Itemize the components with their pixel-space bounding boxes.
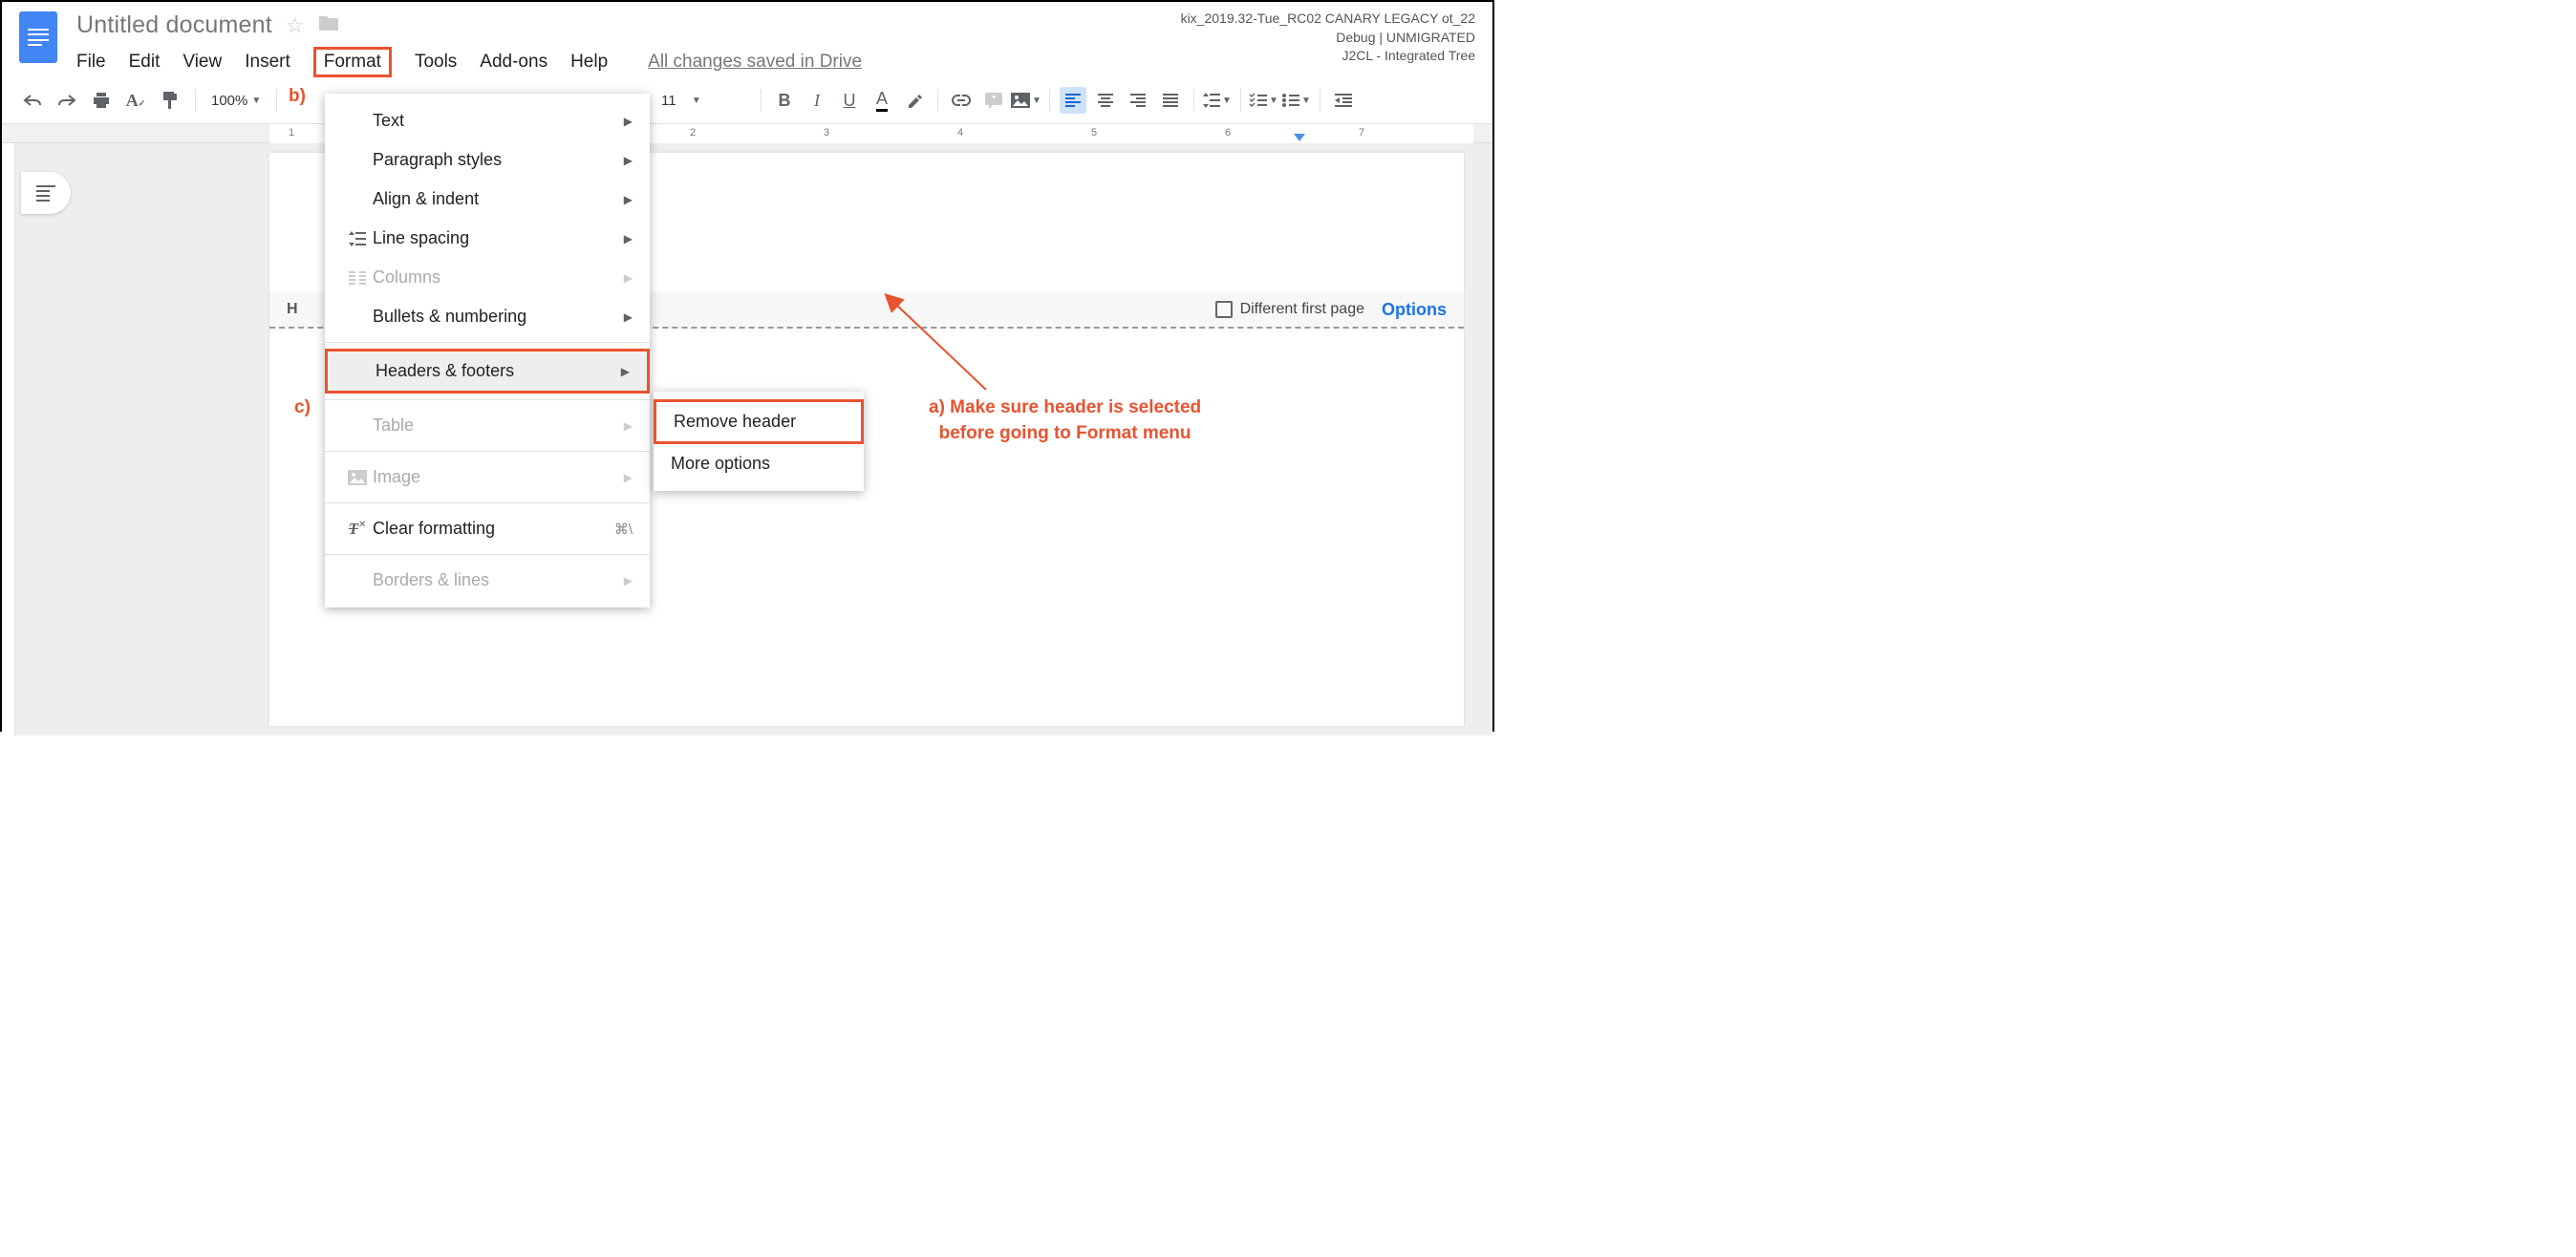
- menu-image: Image▶: [325, 458, 650, 497]
- checkbox-icon: [1215, 301, 1233, 318]
- line-spacing-button[interactable]: ▼: [1204, 87, 1231, 114]
- debug-info: kix_2019.32-Tue_RC02 CANARY LEGACY ot_22…: [1181, 10, 1475, 66]
- menu-borders-lines: Borders & lines▶: [325, 561, 650, 600]
- align-left-button[interactable]: [1060, 87, 1086, 114]
- line-spacing-icon: [342, 231, 373, 246]
- save-status[interactable]: All changes saved in Drive: [648, 52, 862, 73]
- annotation-b: b): [289, 86, 306, 107]
- font-size-dropdown[interactable]: 11 ▼: [661, 93, 701, 109]
- zoom-dropdown[interactable]: 100%▼: [207, 93, 265, 109]
- header-label: H: [287, 301, 298, 318]
- decrease-indent-button[interactable]: [1330, 87, 1357, 114]
- header-options-link[interactable]: Options: [1382, 300, 1447, 320]
- columns-icon: [342, 271, 373, 285]
- insert-link-button[interactable]: [948, 87, 975, 114]
- menu-insert[interactable]: Insert: [245, 48, 290, 76]
- submenu-more-options[interactable]: More options: [654, 444, 864, 483]
- menu-paragraph-styles[interactable]: Paragraph styles▶: [325, 140, 650, 180]
- clear-formatting-icon: T✕: [342, 520, 373, 539]
- menu-align-indent[interactable]: Align & indent▶: [325, 180, 650, 219]
- menu-bullets-numbering[interactable]: Bullets & numbering▶: [325, 297, 650, 336]
- document-title[interactable]: Untitled document: [76, 11, 272, 39]
- align-right-button[interactable]: [1125, 87, 1151, 114]
- different-first-page-checkbox[interactable]: Different first page: [1215, 301, 1364, 318]
- vertical-ruler[interactable]: [2, 143, 15, 735]
- underline-button[interactable]: U: [836, 87, 863, 114]
- submenu-remove-header[interactable]: Remove header: [654, 399, 864, 444]
- text-color-button[interactable]: A: [869, 87, 895, 114]
- menu-line-spacing[interactable]: Line spacing▶: [325, 219, 650, 258]
- indent-marker[interactable]: [1294, 134, 1305, 141]
- align-justify-button[interactable]: [1157, 87, 1184, 114]
- annotation-a: a) Make sure header is selected before g…: [929, 395, 1201, 446]
- menu-help[interactable]: Help: [570, 48, 608, 76]
- docs-logo[interactable]: [19, 11, 57, 63]
- bulleted-list-button[interactable]: ▼: [1283, 87, 1310, 114]
- paint-format-button[interactable]: [157, 87, 183, 114]
- undo-button[interactable]: [19, 87, 46, 114]
- menu-tools[interactable]: Tools: [415, 48, 457, 76]
- insert-comment-button[interactable]: [980, 87, 1007, 114]
- menu-view[interactable]: View: [182, 48, 222, 76]
- bold-button[interactable]: B: [771, 87, 798, 114]
- toolbar: A✓ 100%▼ 11 ▼ B I U A ▼ ▼ ▼ ▼: [2, 77, 1492, 124]
- format-dropdown-menu: Text▶ Paragraph styles▶ Align & indent▶ …: [325, 94, 650, 607]
- redo-button[interactable]: [54, 87, 80, 114]
- italic-button[interactable]: I: [804, 87, 830, 114]
- folder-icon[interactable]: [318, 14, 339, 37]
- annotation-c: c): [294, 397, 311, 418]
- menu-headers-footers[interactable]: Headers & footers▶: [325, 349, 650, 394]
- menu-text[interactable]: Text▶: [325, 101, 650, 140]
- menu-columns: Columns▶: [325, 258, 650, 297]
- headers-footers-submenu: Remove header More options: [654, 392, 864, 491]
- spellcheck-button[interactable]: A✓: [122, 87, 149, 114]
- highlight-button[interactable]: [901, 87, 928, 114]
- menu-addons[interactable]: Add-ons: [480, 48, 547, 76]
- image-icon: [342, 470, 373, 485]
- menu-clear-formatting[interactable]: T✕ Clear formatting⌘\: [325, 509, 650, 548]
- menu-file[interactable]: File: [76, 48, 106, 76]
- horizontal-ruler[interactable]: 1 2 3 4 5 6 7: [2, 124, 1492, 143]
- checklist-button[interactable]: ▼: [1251, 87, 1277, 114]
- print-button[interactable]: [88, 87, 115, 114]
- outline-toggle-button[interactable]: [21, 172, 71, 214]
- menu-edit[interactable]: Edit: [129, 48, 161, 76]
- star-icon[interactable]: ☆: [286, 13, 305, 38]
- insert-image-button[interactable]: ▼: [1013, 87, 1040, 114]
- menu-table: Table▶: [325, 406, 650, 445]
- align-center-button[interactable]: [1092, 87, 1119, 114]
- menu-format[interactable]: Format: [313, 47, 392, 77]
